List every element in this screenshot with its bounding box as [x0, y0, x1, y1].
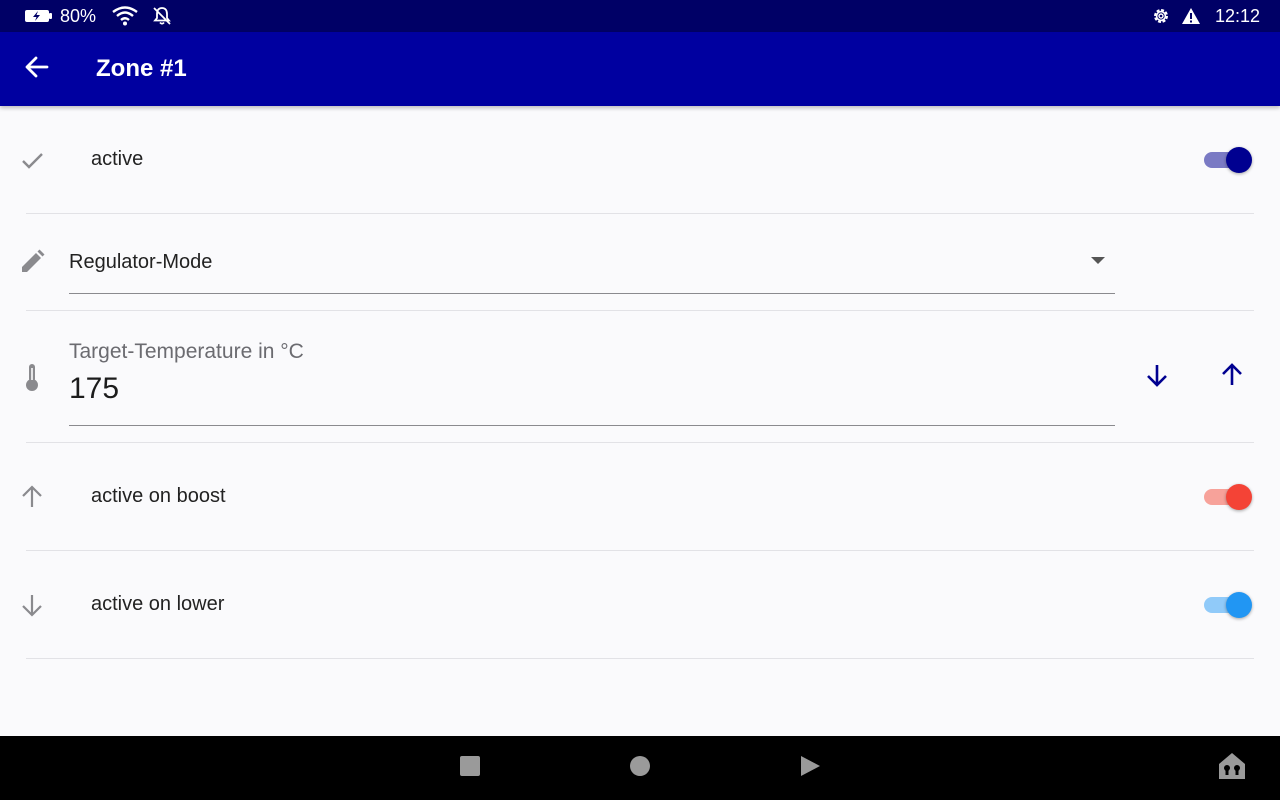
battery-charging-icon	[24, 8, 54, 24]
recent-apps-button[interactable]	[450, 748, 490, 788]
check-icon	[16, 144, 48, 176]
toggle-thumb	[1226, 483, 1252, 510]
page-title: Zone #1	[96, 55, 187, 82]
back-nav-button[interactable]	[790, 748, 830, 788]
decrease-temperature-button[interactable]	[1137, 357, 1177, 397]
home-lock-icon	[1217, 751, 1247, 786]
status-bar: 80% 12:12	[0, 0, 1280, 32]
active-on-boost-toggle[interactable]	[1202, 482, 1252, 512]
settings-gear-icon	[1151, 6, 1171, 26]
active-on-boost-label: active on boost	[91, 485, 226, 507]
divider	[26, 310, 1254, 311]
app-bar: Zone #1	[0, 32, 1280, 106]
zone-settings-form: active Regulator-Mode Target-Temperature…	[0, 106, 1280, 736]
battery-percent: 80%	[60, 5, 97, 26]
circle-icon	[629, 755, 651, 782]
setting-row-lower: active on lower	[0, 551, 1280, 658]
regulator-mode-dropdown[interactable]: Regulator-Mode	[69, 233, 1115, 294]
arrow-up-icon	[16, 481, 48, 513]
active-label: active	[91, 148, 144, 170]
notifications-off-icon	[152, 6, 172, 26]
alert-warning-icon	[1181, 7, 1201, 25]
arrow-up-icon	[1219, 362, 1245, 393]
setting-row-boost: active on boost	[0, 443, 1280, 550]
active-on-lower-toggle[interactable]	[1202, 590, 1252, 620]
arrow-down-icon	[16, 589, 48, 621]
target-temperature-input[interactable]: Target-Temperature in °C 175	[69, 336, 1115, 426]
pencil-icon	[16, 246, 48, 278]
clock-time: 12:12	[1214, 5, 1260, 26]
square-icon	[459, 755, 481, 782]
toggle-thumb	[1226, 591, 1252, 618]
triangle-back-icon	[799, 755, 821, 782]
smart-home-button[interactable]	[1212, 748, 1252, 788]
arrow-down-icon	[1144, 362, 1170, 393]
home-button[interactable]	[620, 748, 660, 788]
toggle-thumb	[1226, 146, 1252, 173]
setting-row-active: active	[0, 106, 1280, 213]
divider	[26, 658, 1254, 659]
increase-temperature-button[interactable]	[1212, 357, 1252, 397]
active-toggle[interactable]	[1202, 145, 1252, 175]
navigation-bar	[0, 736, 1280, 800]
back-button[interactable]	[0, 32, 74, 106]
regulator-mode-value: Regulator-Mode	[69, 251, 213, 273]
target-temperature-label: Target-Temperature in °C	[69, 340, 304, 363]
arrow-left-icon	[24, 54, 50, 85]
dropdown-arrow-icon	[1091, 257, 1105, 264]
divider	[26, 213, 1254, 214]
target-temperature-value: 175	[69, 372, 120, 405]
active-on-lower-label: active on lower	[91, 593, 225, 615]
thermometer-icon	[16, 361, 48, 393]
wifi-icon	[112, 6, 138, 26]
